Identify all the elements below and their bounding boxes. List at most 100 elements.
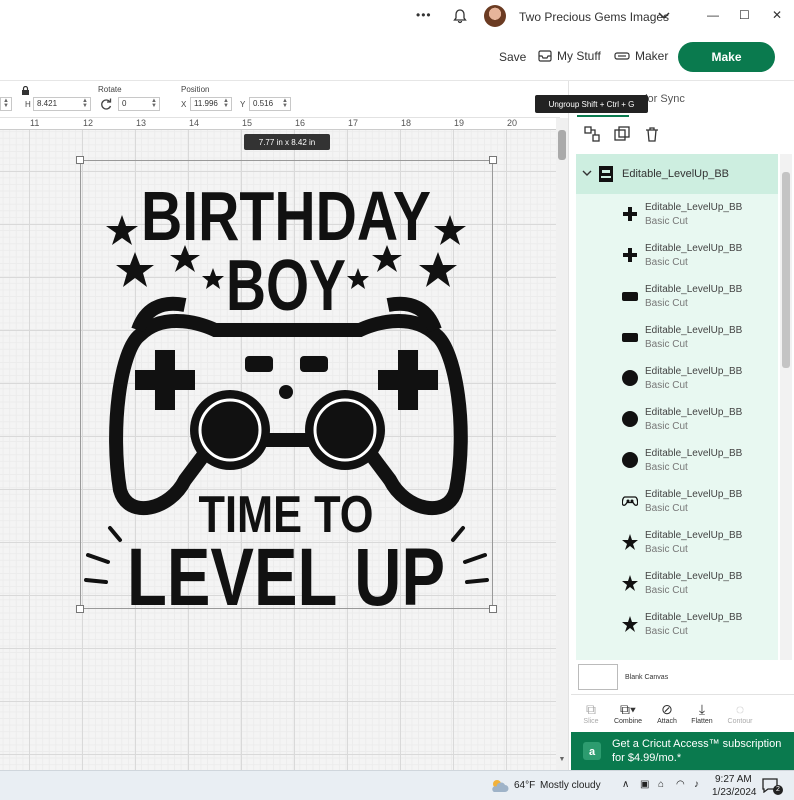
plus-icon <box>623 207 637 221</box>
maximize-button[interactable]: ☐ <box>739 8 750 22</box>
clock-time[interactable]: 9:27 AM <box>715 774 752 785</box>
more-options-icon[interactable]: ••• <box>416 8 432 22</box>
account-name[interactable]: Two Precious Gems Images <box>519 10 669 24</box>
duplicate-icon[interactable] <box>613 125 631 143</box>
chevron-down-icon[interactable] <box>658 12 670 20</box>
canvas-scroll-thumb[interactable] <box>558 130 566 160</box>
ruler-tick: 15 <box>242 118 253 128</box>
attach-button[interactable]: ⊘ Attach <box>647 700 687 725</box>
layer-name: Editable_LevelUp_BB <box>645 571 743 582</box>
y-value: 0.516 <box>253 99 274 108</box>
tray-app-icon[interactable]: ▣ <box>640 779 649 790</box>
layer-operation: Basic Cut <box>645 503 688 514</box>
bell-icon[interactable] <box>452 8 468 24</box>
network-icon[interactable]: ⌂ <box>658 779 664 790</box>
svg-text:a: a <box>589 746 596 758</box>
title-bar: ••• Two Precious Gems Images — ☐ ✕ <box>0 0 794 33</box>
layer-name: Editable_LevelUp_BB <box>645 243 743 254</box>
layer-group-header[interactable]: Editable_LevelUp_BB <box>576 154 778 194</box>
ungroup-icon[interactable] <box>583 125 601 143</box>
chevron-up-icon[interactable]: ∧ <box>622 779 629 790</box>
wifi-icon[interactable]: ◠ <box>676 779 685 790</box>
list-item[interactable]: Editable_LevelUp_BB Basic Cut <box>576 481 778 522</box>
access-logo-icon: a <box>583 742 601 760</box>
y-label: Y <box>240 100 246 109</box>
star-icon <box>622 534 638 550</box>
mystuff-label: My Stuff <box>557 49 601 63</box>
layer-name: Editable_LevelUp_BB <box>645 448 743 459</box>
rotate-input[interactable]: 0 ▲ ▼ <box>118 97 160 111</box>
resize-handle[interactable] <box>76 605 84 613</box>
save-button[interactable]: Save <box>499 50 526 64</box>
layer-operation: Basic Cut <box>645 462 688 473</box>
resize-handle[interactable] <box>489 605 497 613</box>
volume-icon[interactable]: ♪ <box>694 779 699 790</box>
chevron-down-icon[interactable] <box>582 170 592 177</box>
machine-icon <box>614 52 630 60</box>
resize-handle[interactable] <box>76 156 84 164</box>
layer-list: Editable_LevelUp_BB Basic Cut Editable_L… <box>576 194 778 660</box>
plus-icon <box>623 248 637 262</box>
list-item[interactable]: Editable_LevelUp_BB Basic Cut <box>576 522 778 563</box>
combine-button[interactable]: ⧉▾ Combine <box>608 700 648 725</box>
list-item[interactable]: Editable_LevelUp_BB Basic Cut <box>576 235 778 276</box>
lock-icon[interactable] <box>21 86 30 96</box>
trash-icon[interactable] <box>643 125 661 143</box>
height-value: 8.421 <box>37 99 58 108</box>
ruler-tick: 12 <box>83 118 94 128</box>
layers-scroll-thumb[interactable] <box>782 172 790 368</box>
layer-operation: Basic Cut <box>645 257 688 268</box>
canvas-scrollbar[interactable] <box>556 118 568 770</box>
rotate-label: Rotate <box>98 85 122 94</box>
list-item[interactable]: Editable_LevelUp_BB Basic Cut <box>576 604 778 645</box>
width-input-stub[interactable]: ▲ ▼ <box>0 97 12 111</box>
layer-operation: Basic Cut <box>645 626 688 637</box>
maker-button[interactable]: Maker <box>614 49 668 63</box>
size-badge: 7.77 in x 8.42 in <box>244 134 330 150</box>
layer-name: Editable_LevelUp_BB <box>645 284 743 295</box>
list-item[interactable]: Editable_LevelUp_BB Basic Cut <box>576 358 778 399</box>
weather-desc[interactable]: Mostly cloudy <box>540 780 601 791</box>
slice-icon: ⧉ <box>586 701 596 717</box>
layer-name: Editable_LevelUp_BB <box>645 407 743 418</box>
list-item[interactable]: Editable_LevelUp_BB Basic Cut <box>576 317 778 358</box>
layer-name: Editable_LevelUp_BB <box>645 202 743 213</box>
list-item[interactable]: Editable_LevelUp_BB Basic Cut <box>576 563 778 604</box>
cricut-access-banner[interactable]: a Get a Cricut Access™ subscription for … <box>571 732 794 770</box>
x-input[interactable]: 11.996 ▲ ▼ <box>190 97 232 111</box>
weather-temp[interactable]: 64°F <box>514 780 535 791</box>
y-input[interactable]: 0.516 ▲ ▼ <box>249 97 291 111</box>
rotate-icon[interactable] <box>99 97 113 111</box>
project-header: Save My Stuff Maker Make <box>0 33 794 81</box>
list-item[interactable]: Editable_LevelUp_BB Basic Cut <box>576 276 778 317</box>
resize-handle[interactable] <box>489 156 497 164</box>
divider <box>571 694 794 695</box>
rounded-rect-icon <box>622 292 638 301</box>
contour-button[interactable]: ◌ Contour <box>720 700 760 725</box>
slice-button[interactable]: ⧉ Slice <box>571 700 611 725</box>
blank-canvas-thumbnail[interactable] <box>578 664 618 690</box>
close-button[interactable]: ✕ <box>772 8 782 22</box>
spinner-icon: ▲ ▼ <box>151 98 157 109</box>
selection-box[interactable] <box>76 156 497 613</box>
scroll-down-icon[interactable]: ▼ <box>556 756 568 770</box>
list-item[interactable]: Editable_LevelUp_BB Basic Cut <box>576 399 778 440</box>
weather-cloud-icon[interactable] <box>489 778 509 794</box>
group-thumbnail-icon <box>599 166 613 182</box>
list-item[interactable]: Editable_LevelUp_BB Basic Cut <box>576 440 778 481</box>
layer-operation: Basic Cut <box>645 585 688 596</box>
contour-label: Contour <box>727 718 753 725</box>
mystuff-button[interactable]: My Stuff <box>538 49 601 63</box>
layer-operation: Basic Cut <box>645 421 688 432</box>
spinner-icon: ▲ ▼ <box>82 98 88 109</box>
ungroup-tooltip: Ungroup Shift + Ctrl + G <box>535 95 648 113</box>
flatten-button[interactable]: ⤓ Flatten <box>682 700 722 725</box>
combine-label: Combine <box>613 718 642 725</box>
clock-date[interactable]: 1/23/2024 <box>712 787 757 798</box>
flatten-label: Flatten <box>691 718 713 725</box>
height-input[interactable]: 8.421 ▲ ▼ <box>33 97 91 111</box>
list-item[interactable]: Editable_LevelUp_BB Basic Cut <box>576 194 778 235</box>
minimize-button[interactable]: — <box>707 8 719 22</box>
make-button[interactable]: Make <box>678 42 775 72</box>
avatar[interactable] <box>484 5 506 27</box>
